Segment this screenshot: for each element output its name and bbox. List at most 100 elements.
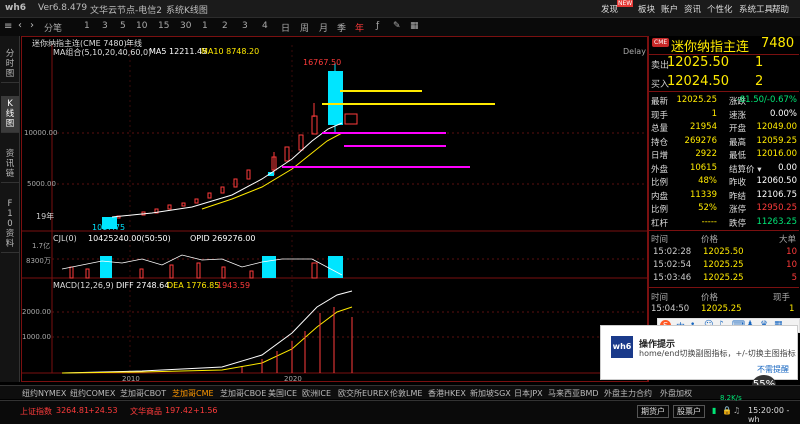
period-month[interactable]: 月: [319, 21, 328, 34]
opid-value: OPID 269276.00: [190, 234, 256, 243]
quote-label-left: 现手: [651, 110, 669, 121]
quote-label-left: 持仓: [651, 137, 669, 148]
goods-label[interactable]: 文华商品: [130, 406, 162, 417]
sound-icon[interactable]: ♫: [733, 406, 740, 415]
period-1m[interactable]: 1: [84, 21, 90, 31]
menu-account[interactable]: 账户: [661, 3, 678, 15]
draw-icon[interactable]: ✎: [393, 21, 401, 31]
quote-row: 比例 48% 昨收 12060.50: [651, 175, 799, 188]
period-10m[interactable]: 10: [136, 21, 147, 31]
cjl-value: 10425240.00(50:50): [88, 234, 171, 243]
menu-news[interactable]: 资讯: [684, 3, 701, 15]
quote-row: 最新 12025.25 涨跌 -81.50/-0.67%: [651, 94, 799, 107]
exchange-tab[interactable]: 外盘加权: [660, 388, 692, 399]
macd-label[interactable]: MACD(12,26,9): [53, 281, 114, 290]
quote-row: 日增 2922 最低 12016.00: [651, 148, 799, 161]
back-icon[interactable]: ‹: [18, 20, 22, 31]
period-year[interactable]: 年: [355, 21, 364, 34]
exchange-tab[interactable]: 日本JPX: [514, 388, 543, 399]
sell-price[interactable]: 12025.50: [667, 55, 729, 70]
exchange-tab[interactable]: 欧交所EUREX: [338, 388, 389, 399]
tab-news-label: 资讯链: [5, 149, 15, 179]
exchange-tab[interactable]: 欧洲ICE: [302, 388, 331, 399]
exchange-tab[interactable]: 纽约NYMEX: [22, 388, 66, 399]
status-bar: 上证指数 3264.81 +24.53 文华商品 197.42 +1.56 期货…: [0, 394, 800, 424]
ticks-header-price: 价格: [701, 235, 719, 245]
tick-price: 12025.25: [703, 273, 744, 283]
menu-sector[interactable]: 板块: [638, 3, 655, 15]
tab-timeshare[interactable]: 分时图: [1, 46, 19, 83]
kline-chart[interactable]: 迷你纳指主连(CME 7480) 年线 MA组合(5,10,20,40,60,0…: [21, 36, 648, 383]
exchange-tab[interactable]: 芝加哥CME: [172, 388, 214, 399]
popup-dismiss-link[interactable]: 不需提醒: [757, 364, 789, 375]
quote-value-left: 48%: [698, 176, 717, 186]
period-3h[interactable]: 3: [242, 21, 248, 31]
quote-label-right: 昨结: [729, 191, 747, 202]
period-day[interactable]: 日: [281, 21, 290, 34]
exchange-tab[interactable]: 香港HKEX: [428, 388, 466, 399]
tip-popup[interactable]: wh6 操作提示 home/end切换副图指标，+/-切换主图指标 不需提醒: [600, 325, 798, 380]
quote-value-left: 1: [711, 108, 717, 119]
menu-discover[interactable]: 发现: [601, 3, 618, 15]
tick-time: 15:02:28: [653, 247, 692, 257]
menu-personalize[interactable]: 个性化: [707, 3, 733, 15]
exchange-tab[interactable]: 新加坡SGX: [470, 388, 511, 399]
exchange-tab[interactable]: 芝加哥CBOT: [120, 388, 166, 399]
quote-row: 内盘 11339 昨结 12106.75: [651, 189, 799, 202]
period-4h[interactable]: 4: [262, 21, 268, 31]
quote-value-left: 2922: [695, 149, 717, 159]
period-1h[interactable]: 1: [202, 21, 208, 31]
server-text: 文华云节点-电信2: [90, 6, 162, 16]
forward-icon[interactable]: ›: [30, 20, 34, 31]
lock-icon[interactable]: 🔒: [722, 406, 732, 415]
tick2-price: 12025.25: [701, 304, 742, 314]
quote-row: 比例 52% 涨停 12950.25: [651, 202, 799, 215]
futures-account-button[interactable]: 期货户: [637, 405, 669, 418]
quote-value-left: 269276: [684, 135, 717, 146]
chart-svg: [22, 45, 647, 374]
vol-tick-2: 8300万: [26, 257, 51, 265]
period-15m[interactable]: 15: [158, 21, 169, 31]
quote-label-right: 速涨: [729, 110, 747, 121]
period-30m[interactable]: 30: [180, 21, 191, 31]
tab-timeshare-label: 分时图: [5, 49, 15, 79]
tab-f10[interactable]: F10资料: [1, 196, 19, 253]
exchange-tab[interactable]: 外盘主力合约: [604, 388, 652, 399]
tab-news[interactable]: 资讯链: [1, 146, 19, 183]
exchange-badge: CME: [652, 38, 670, 47]
tab-kline[interactable]: K线图: [1, 96, 19, 133]
period-week[interactable]: 周: [300, 21, 309, 34]
app-logo: wh6: [5, 3, 26, 13]
grid-icon[interactable]: ▦: [410, 21, 419, 31]
indicator-icon[interactable]: ƒ: [376, 21, 379, 31]
signal-icon: ▮: [712, 406, 717, 415]
menu-icon[interactable]: ≡: [4, 21, 12, 32]
exchange-tab[interactable]: 美国ICE: [268, 388, 297, 399]
exchange-tab[interactable]: 纽约COMEX: [70, 388, 115, 399]
quote-label-right: 涨停: [729, 205, 747, 215]
contract-code: 7480: [761, 36, 795, 51]
period-tick[interactable]: 分笔: [44, 21, 62, 34]
period-quarter[interactable]: 季: [337, 21, 346, 34]
tick-price: 12025.50: [703, 247, 744, 257]
version-text: Ver6.8.479: [38, 3, 88, 13]
quote-label-right[interactable]: 结算价 ▾: [729, 163, 761, 175]
tab-f10-label: F10资料: [5, 199, 15, 249]
period-3m[interactable]: 3: [102, 21, 108, 31]
period-2h[interactable]: 2: [222, 21, 228, 31]
index-label[interactable]: 上证指数: [20, 406, 52, 417]
exchange-tab[interactable]: 伦敦LME: [390, 388, 422, 399]
quote-value-right: 12950.25: [756, 203, 797, 213]
quote-value-left: 10615: [689, 162, 717, 173]
exchange-tab[interactable]: 马来西亚BMD: [548, 388, 599, 399]
menu-tools[interactable]: 系统工具: [739, 3, 773, 15]
period-5m[interactable]: 5: [120, 21, 126, 31]
ticks-header-big: 大单: [779, 235, 797, 245]
buy-price[interactable]: 12024.50: [667, 74, 729, 89]
menu-help[interactable]: 帮助: [772, 3, 789, 15]
stock-account-button[interactable]: 股票户: [673, 405, 705, 418]
quote-label-left: 比例: [651, 205, 669, 215]
tick-row: 15:02:28 12025.50 10: [651, 246, 799, 259]
exchange-tab[interactable]: 芝加哥CBOE: [220, 388, 266, 399]
tick-size: 10: [786, 260, 797, 270]
